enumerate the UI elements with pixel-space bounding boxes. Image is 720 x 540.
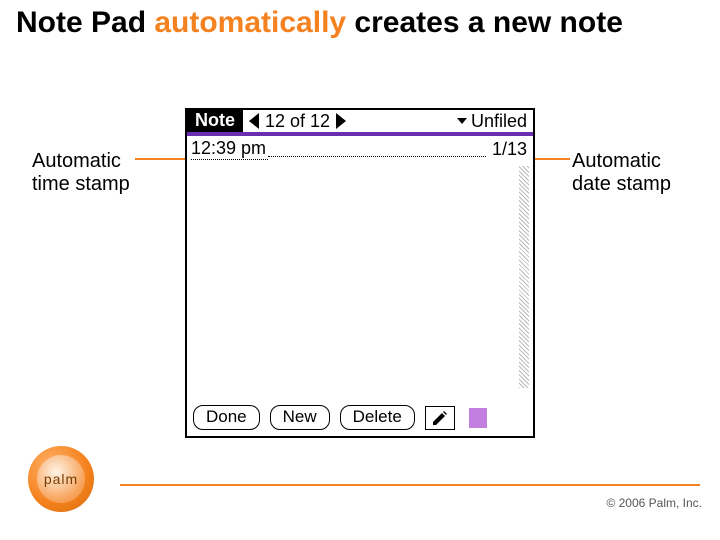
pen-tool-button[interactable]: [425, 406, 455, 430]
title-pre: Note Pad: [16, 6, 154, 39]
notepad-screen: Note 12 of 12 Unfiled 12:39 pm 1/13 Done…: [185, 108, 535, 438]
time-stamp: 12:39 pm: [191, 138, 268, 160]
palm-logo-text: palm: [37, 455, 85, 503]
title-post: creates a new note: [346, 6, 623, 39]
copyright: © 2006 Palm, Inc.: [606, 496, 702, 510]
scrollbar[interactable]: [519, 166, 529, 388]
button-bar: Done New Delete: [193, 405, 527, 430]
footer-rule: [120, 484, 700, 486]
date-stamp: 1/13: [492, 139, 527, 160]
category-label: Unfiled: [471, 111, 527, 132]
note-canvas[interactable]: 12:39 pm 1/13: [187, 136, 533, 392]
prev-arrow-icon[interactable]: [249, 113, 259, 129]
record-nav: 12 of 12: [249, 111, 346, 132]
record-counter: 12 of 12: [265, 111, 330, 132]
title-accent: automatically: [154, 6, 346, 39]
category-picker[interactable]: Unfiled: [457, 111, 527, 132]
done-button[interactable]: Done: [193, 405, 260, 430]
next-arrow-icon[interactable]: [336, 113, 346, 129]
delete-button[interactable]: Delete: [340, 405, 415, 430]
title-underline: [268, 156, 486, 157]
slide-title: Note Pad automatically creates a new not…: [16, 6, 623, 41]
palm-logo: palm: [28, 446, 94, 512]
app-name: Note: [187, 110, 243, 132]
chevron-down-icon: [457, 118, 467, 124]
pencil-icon: [431, 409, 449, 427]
new-button[interactable]: New: [270, 405, 330, 430]
color-swatch[interactable]: [469, 408, 487, 428]
title-bar: Note 12 of 12 Unfiled: [187, 110, 533, 136]
